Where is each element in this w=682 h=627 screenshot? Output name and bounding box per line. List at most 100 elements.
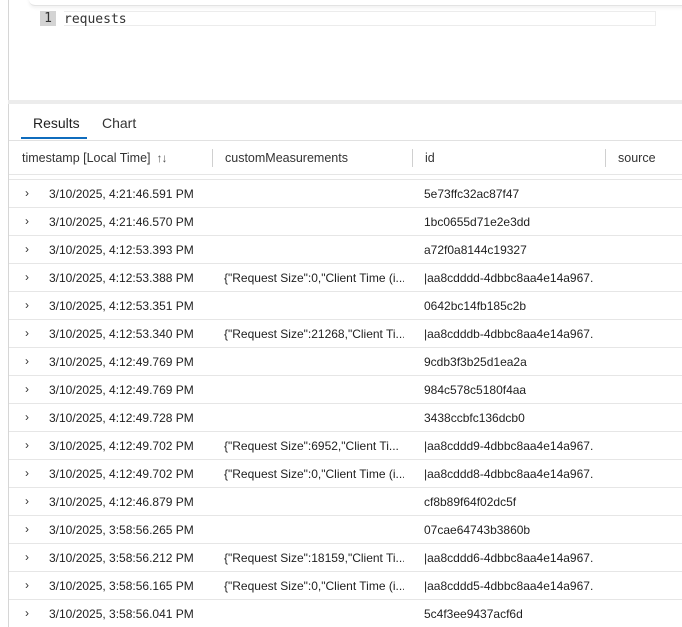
table-row[interactable]: › 3/10/2025, 3:58:56.165 PM {"Request Size… [9,572,682,600]
cell-id: 5e73ffc32ac87f47 [424,187,520,201]
cell-timestamp: 3/10/2025, 4:12:53.393 PM [49,243,194,257]
column-resize-handle[interactable] [412,149,413,167]
cell-custom-measurements [224,600,404,627]
cell-id: 3438ccbfc136dcb0 [424,411,525,425]
expand-row-chevron-icon[interactable]: › [25,600,29,627]
cell-custom-measurements: {"Request Size":6952,"Client Ti... [224,439,399,453]
expand-row-chevron-icon[interactable]: › [25,544,29,572]
results-table-header: timestamp [Local Time] ↑↓ customMeasureme… [9,141,682,175]
expand-row-chevron-icon[interactable]: › [25,516,29,544]
column-resize-handle[interactable] [605,149,606,167]
cell-id: cf8b89f64f02dc5f [424,495,517,509]
table-row[interactable]: › 3/10/2025, 4:21:46.570 PM 1bc0655d71e2e3… [9,208,682,236]
cell-custom-measurements [224,488,404,516]
cell-custom-measurements [224,292,404,320]
line-number: 1 [40,11,56,26]
table-row[interactable]: › 3/10/2025, 4:12:53.340 PM {"Request Size… [9,320,682,348]
table-row[interactable]: › 3/10/2025, 4:12:53.351 PM 0642bc14fb185c… [9,292,682,320]
expand-row-chevron-icon[interactable]: › [25,208,29,236]
cell-custom-measurements [224,348,404,376]
editor-line[interactable]: 1 requests [39,11,682,27]
table-row[interactable]: › 3/10/2025, 4:12:49.728 PM 3438ccbfc136dc… [9,404,682,432]
table-row[interactable]: › 3/10/2025, 4:12:49.702 PM {"Request Size… [9,432,682,460]
query-text[interactable]: requests [64,11,656,27]
cell-timestamp: 3/10/2025, 4:12:46.879 PM [49,495,194,509]
expand-row-chevron-icon[interactable]: › [25,320,29,348]
cell-timestamp: 3/10/2025, 3:58:56.265 PM [49,523,194,537]
table-row[interactable]: › 3/10/2025, 4:12:46.879 PM cf8b89f64f02dc… [9,488,682,516]
cell-timestamp: 3/10/2025, 4:12:53.340 PM [49,327,194,341]
expand-row-chevron-icon[interactable]: › [25,432,29,460]
cell-custom-measurements: {"Request Size":0,"Client Time (i... [224,579,404,593]
cell-custom-measurements [224,404,404,432]
cell-custom-measurements [224,376,404,404]
table-row[interactable]: › 3/10/2025, 4:12:49.702 PM {"Request Size… [9,460,682,488]
cell-id: 5c4f3ee9437acf6d [424,607,523,621]
expand-row-chevron-icon[interactable]: › [25,572,29,600]
expand-row-chevron-icon[interactable]: › [25,376,29,404]
table-row[interactable]: › 3/10/2025, 3:58:56.212 PM {"Request Size… [9,544,682,572]
cell-id: a72f0a8144c19327 [424,243,527,257]
table-row[interactable]: › 3/10/2025, 4:21:46.591 PM 5e73ffc32ac87f… [9,180,682,208]
results-pane: Results Chart timestamp [Local Time] ↑↓ c… [8,104,682,627]
cell-id: 984c578c5180f4aa [424,383,527,397]
column-header-custom-measurements[interactable]: customMeasurements [225,141,348,175]
cell-custom-measurements: {"Request Size":0,"Client Time (i... [224,271,404,285]
sort-icon[interactable]: ↑↓ [157,151,168,165]
cell-id: |aa8cddd5-4dbbc8aa4e14a967. [424,579,594,593]
expand-row-chevron-icon[interactable]: › [25,292,29,320]
cell-id: |aa8cddd8-4dbbc8aa4e14a967. [424,467,594,481]
expand-row-chevron-icon[interactable]: › [25,236,29,264]
cell-timestamp: 3/10/2025, 3:58:56.212 PM [49,551,194,565]
expand-row-chevron-icon[interactable]: › [25,460,29,488]
cell-id: 1bc0655d71e2e3dd [424,215,531,229]
cell-custom-measurements [224,516,404,544]
tab-chart[interactable]: Chart [102,115,136,135]
column-header-timestamp[interactable]: timestamp [Local Time] ↑↓ [22,141,168,175]
expand-row-chevron-icon[interactable]: › [25,348,29,376]
cell-timestamp: 3/10/2025, 3:58:56.165 PM [49,579,194,593]
cell-id: |aa8cdddd-4dbbc8aa4e14a967. [424,271,594,285]
cell-timestamp: 3/10/2025, 4:12:49.769 PM [49,383,194,397]
expand-row-chevron-icon[interactable]: › [25,264,29,292]
cell-timestamp: 3/10/2025, 4:12:49.702 PM [49,439,194,453]
cell-id: |aa8cdddb-4dbbc8aa4e14a967. [424,327,594,341]
cell-id: 9cdb3f3b25d1ea2a [424,355,527,369]
table-row[interactable]: › 3/10/2025, 4:12:49.769 PM 9cdb3f3b25d1ea… [9,348,682,376]
cell-timestamp: 3/10/2025, 4:12:49.702 PM [49,467,194,481]
cell-custom-measurements [224,180,404,208]
cell-id: 07cae64743b3860b [424,523,531,537]
cell-timestamp: 3/10/2025, 3:58:56.041 PM [49,607,194,621]
cell-custom-measurements [224,208,404,236]
cell-id: |aa8cddd6-4dbbc8aa4e14a967. [424,551,594,565]
table-row[interactable]: › 3/10/2025, 4:12:53.388 PM {"Request Size… [9,264,682,292]
cell-id: |aa8cddd9-4dbbc8aa4e14a967. [424,439,594,453]
cell-custom-measurements: {"Request Size":18159,"Client Ti... [224,551,404,565]
tab-results[interactable]: Results [33,115,80,135]
cell-timestamp: 3/10/2025, 4:21:46.570 PM [49,215,194,229]
cell-timestamp: 3/10/2025, 4:12:49.728 PM [49,411,194,425]
column-header-source[interactable]: source [618,141,656,175]
query-editor[interactable]: 1 requests [8,0,682,100]
cell-custom-measurements [224,236,404,264]
column-header-id[interactable]: id [425,141,435,175]
table-row[interactable]: › 3/10/2025, 4:12:49.769 PM 984c578c5180f4… [9,376,682,404]
table-row[interactable]: › 3/10/2025, 4:12:53.393 PM a72f0a8144c193… [9,236,682,264]
result-tabs: Results Chart [9,104,682,140]
active-tab-indicator [21,137,87,139]
column-resize-handle[interactable] [212,149,213,167]
table-row[interactable]: › 3/10/2025, 3:58:56.041 PM 5c4f3ee9437acf… [9,600,682,627]
cell-timestamp: 3/10/2025, 4:12:53.388 PM [49,271,194,285]
cell-timestamp: 3/10/2025, 4:12:49.769 PM [49,355,194,369]
editor-top-toolbar-edge [29,0,682,6]
log-analytics-query-page: 1 requests Results Chart timestamp [Loca… [0,0,682,627]
cell-timestamp: 3/10/2025, 4:21:46.591 PM [49,187,194,201]
column-header-timestamp-label: timestamp [Local Time] [22,151,151,165]
cell-custom-measurements: {"Request Size":0,"Client Time (i... [224,467,404,481]
expand-row-chevron-icon[interactable]: › [25,404,29,432]
cell-custom-measurements: {"Request Size":21268,"Client Ti... [224,327,404,341]
results-table-body: ⌄ › 3/10/2025, 4:21:46.591 PM 5e73ffc32ac8… [9,175,682,627]
table-row[interactable]: › 3/10/2025, 3:58:56.265 PM 07cae64743b386… [9,516,682,544]
expand-row-chevron-icon[interactable]: › [25,488,29,516]
expand-row-chevron-icon[interactable]: › [25,180,29,208]
